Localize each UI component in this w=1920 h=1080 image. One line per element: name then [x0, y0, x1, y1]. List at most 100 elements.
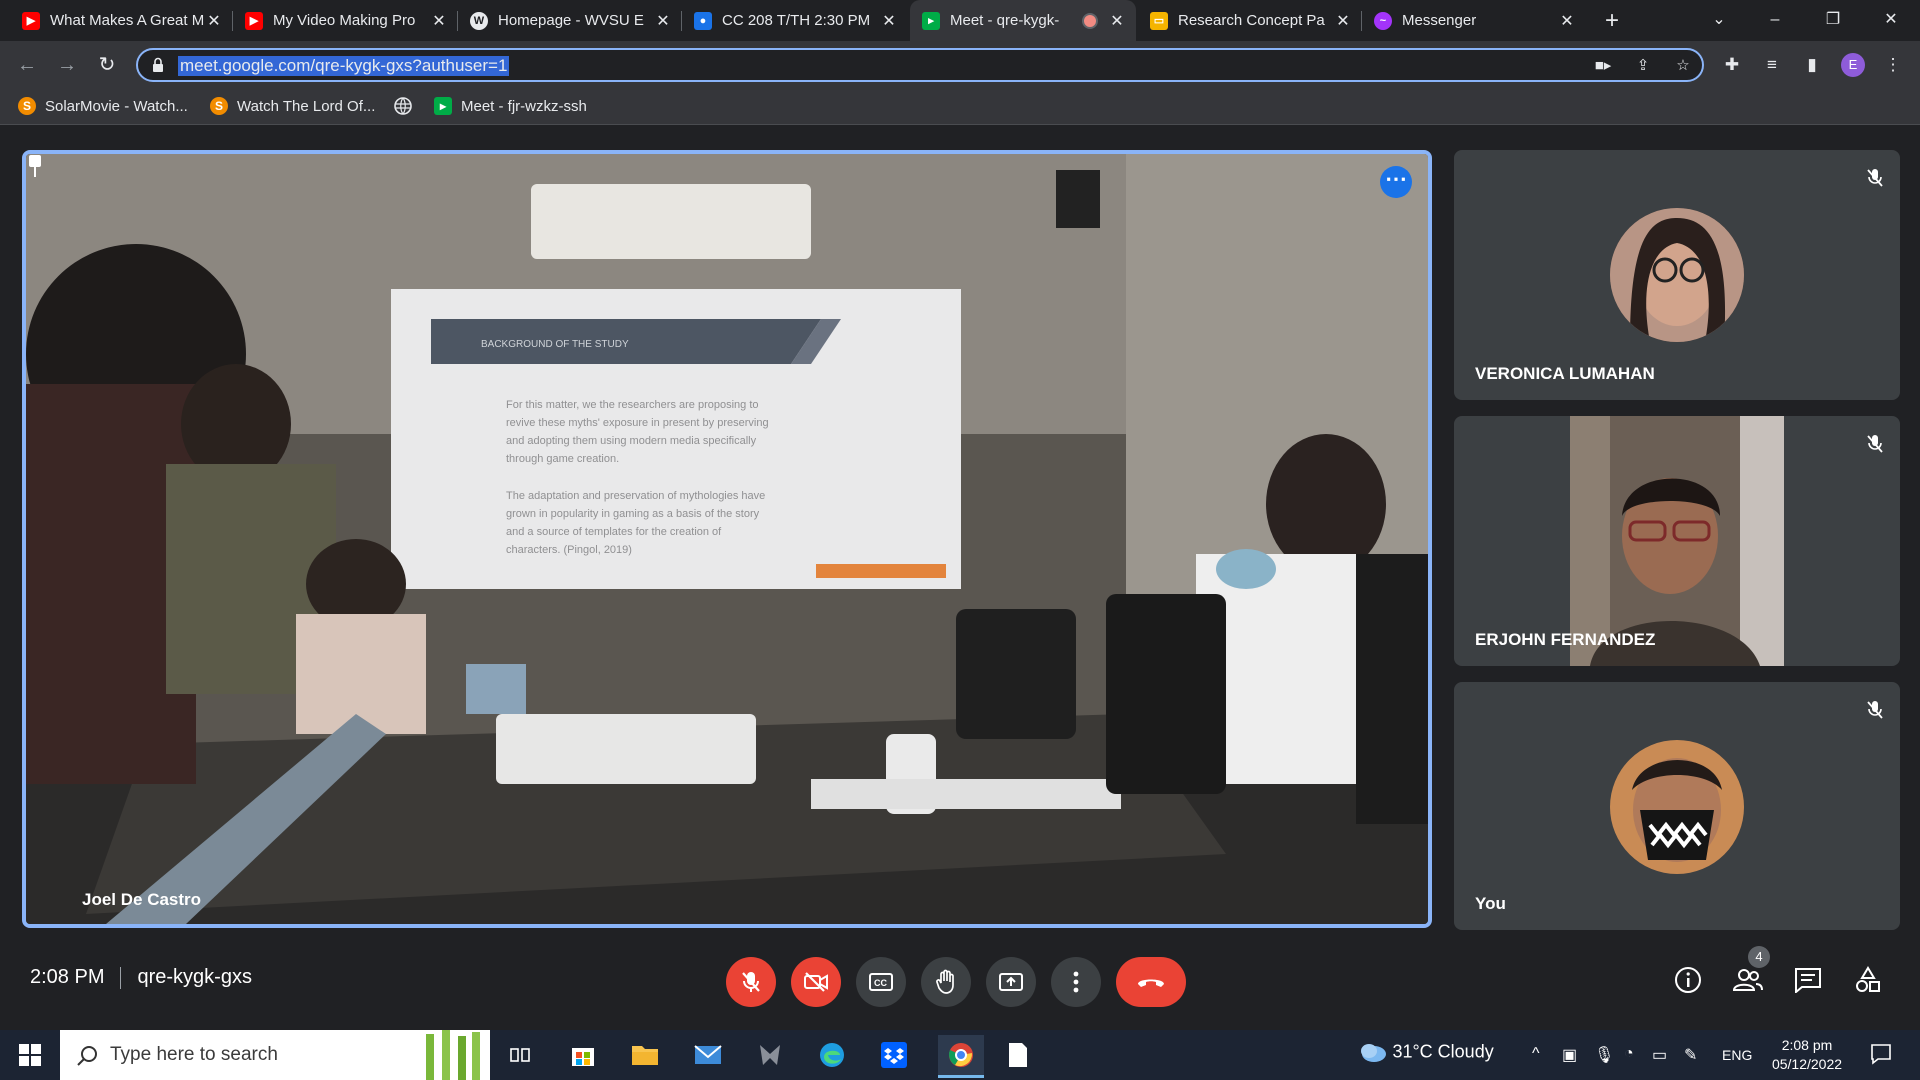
url-text[interactable]: meet.google.com/qre-kygk-gxs?authuser=1	[178, 56, 510, 76]
messenger-icon: ~	[1374, 11, 1392, 30]
close-icon[interactable]: ✕	[205, 11, 223, 31]
camera-in-use-icon[interactable]: ■▸	[1592, 56, 1614, 76]
meeting-details: 2:08 PM qre-kygk-gxs	[30, 966, 252, 989]
tab-youtube-1[interactable]: ▶ What Makes A Great M ✕	[10, 0, 233, 41]
camera-toggle-button[interactable]	[791, 957, 841, 1007]
dropbox-app[interactable]	[876, 1037, 912, 1073]
close-icon[interactable]: ✕	[430, 11, 448, 31]
slide-line: and adopting them using modern media spe…	[506, 435, 757, 447]
media-control-icon[interactable]: ≡	[1759, 52, 1785, 78]
meet-control-bar: 2:08 PM qre-kygk-gxs CC 4	[0, 936, 1920, 1026]
edge-browser-app[interactable]	[814, 1037, 850, 1073]
windows-start-button[interactable]	[12, 1037, 48, 1073]
close-icon[interactable]: ✕	[1558, 11, 1576, 31]
tile-more-options-button[interactable]: ⋯	[1380, 166, 1412, 198]
raise-hand-button[interactable]	[921, 957, 971, 1007]
avatar	[1610, 740, 1744, 874]
tab-wvsu[interactable]: W Homepage - WVSU E ✕	[458, 0, 682, 41]
dropbox-icon	[881, 1042, 907, 1068]
more-options-button[interactable]	[1051, 957, 1101, 1007]
microsoft-store-app[interactable]	[565, 1037, 601, 1073]
close-icon[interactable]: ✕	[880, 11, 898, 31]
close-icon[interactable]: ✕	[654, 11, 672, 31]
language-indicator[interactable]: ENG	[1722, 1047, 1752, 1063]
weather-widget[interactable]: 31°C Cloudy	[1358, 1040, 1494, 1064]
bookmark-meet[interactable]: ▸ Meet - fjr-wzkz-ssh	[434, 96, 587, 116]
meeting-info-button[interactable]	[1672, 964, 1704, 996]
activities-button[interactable]	[1852, 964, 1884, 996]
tab-search-chevron-icon[interactable]: ⌄	[1696, 0, 1742, 41]
microphone-icon[interactable]: 🎙	[1594, 1045, 1614, 1065]
clock-time: 2:08 pm	[1781, 1037, 1833, 1053]
tab-title: Homepage - WVSU E	[498, 12, 644, 29]
file-explorer-app[interactable]	[627, 1037, 663, 1073]
slide-line: revive these myths' exposure in present …	[506, 417, 769, 429]
extensions-icon[interactable]: ✚	[1719, 52, 1745, 78]
captions-button[interactable]: CC	[856, 957, 906, 1007]
back-button[interactable]: ←	[12, 50, 42, 80]
reload-button[interactable]: ↻	[92, 50, 122, 80]
game-app[interactable]	[752, 1037, 788, 1073]
side-panel-icon[interactable]: ▮	[1799, 52, 1825, 78]
chrome-app-active[interactable]	[938, 1035, 984, 1078]
hand-icon	[936, 969, 954, 994]
wifi-icon[interactable]: ◔	[1624, 1045, 1634, 1063]
taskbar-search-box[interactable]: Type here to search	[60, 1030, 490, 1080]
slide-line: For this matter, we the researchers are …	[506, 399, 759, 411]
share-icon[interactable]: ⇪	[1632, 56, 1654, 76]
info-icon	[1675, 967, 1701, 993]
tab-messenger[interactable]: ~ Messenger ✕	[1362, 0, 1586, 41]
show-hidden-icons-chevron-icon[interactable]: ^	[1532, 1045, 1540, 1063]
chat-button[interactable]	[1792, 964, 1824, 996]
notepad-app[interactable]	[1000, 1037, 1036, 1073]
mic-toggle-button[interactable]	[726, 957, 776, 1007]
close-window-button[interactable]: ✕	[1868, 0, 1914, 41]
tab-title: Research Concept Pa	[1178, 12, 1325, 29]
notifications-icon[interactable]	[1870, 1043, 1892, 1070]
restore-button[interactable]: ❐	[1810, 0, 1856, 41]
leave-call-button[interactable]	[1116, 957, 1186, 1007]
tab-meet-active[interactable]: ▸ Meet - qre-kygk- ✕	[910, 0, 1136, 41]
mail-app[interactable]	[690, 1037, 726, 1073]
battery-icon[interactable]: ▭	[1652, 1045, 1667, 1065]
bamboo-search-highlight-icon	[426, 1030, 480, 1080]
bookmark-star-icon[interactable]: ☆	[1672, 56, 1694, 76]
pin-icon[interactable]	[26, 154, 44, 178]
minimize-button[interactable]: –	[1752, 0, 1798, 41]
avatar	[1610, 208, 1744, 342]
close-icon[interactable]: ✕	[1334, 11, 1352, 31]
end-call-icon	[1138, 979, 1164, 987]
slide-line: grown in popularity in gaming as a basis…	[506, 508, 760, 520]
tab-youtube-2[interactable]: ▶ My Video Making Pro ✕	[233, 0, 458, 41]
document-icon	[1009, 1043, 1027, 1067]
lock-icon	[153, 57, 163, 72]
new-tab-button[interactable]: +	[1597, 6, 1627, 36]
wvsu-icon: W	[470, 11, 488, 30]
armoury-crate-icon	[760, 1045, 780, 1065]
present-screen-button[interactable]	[986, 957, 1036, 1007]
taskbar-clock[interactable]: 2:08 pm 05/12/2022	[1760, 1036, 1854, 1074]
menu-kebab-icon[interactable]: ⋮	[1880, 52, 1906, 78]
windows-taskbar: Type here to search 31°C Cloudy ^ ▣ 🎙 ◔ …	[0, 1030, 1920, 1080]
pen-icon[interactable]: ✎	[1684, 1045, 1697, 1065]
forward-button[interactable]: →	[52, 50, 82, 80]
people-button[interactable]	[1732, 964, 1764, 996]
participant-name: ERJOHN FERNANDEZ	[1475, 630, 1656, 649]
bookmark-lord-of-rings[interactable]: S Watch The Lord Of...	[210, 96, 375, 116]
address-bar[interactable]: meet.google.com/qre-kygk-gxs?authuser=1 …	[136, 48, 1704, 82]
bookmark-globe[interactable]	[394, 96, 412, 116]
bookmark-solarmovie[interactable]: S SolarMovie - Watch...	[18, 96, 188, 116]
meet-now-icon[interactable]: ▣	[1562, 1045, 1577, 1065]
main-video-tile[interactable]: BACKGROUND OF THE STUDY For this matter,…	[22, 150, 1432, 928]
profile-avatar[interactable]: E	[1841, 53, 1865, 77]
participant-name: VERONICA LUMAHAN	[1475, 364, 1655, 383]
participant-tile-veronica[interactable]: VERONICA LUMAHAN	[1454, 150, 1900, 400]
participant-tile-you[interactable]: You	[1454, 682, 1900, 930]
participant-tile-erjohn[interactable]: ERJOHN FERNANDEZ	[1454, 416, 1900, 666]
task-view-button[interactable]	[502, 1037, 538, 1073]
close-icon[interactable]: ✕	[1108, 11, 1126, 31]
mic-muted-icon	[1867, 169, 1883, 187]
bookmark-label: Meet - fjr-wzkz-ssh	[461, 97, 587, 115]
tab-classroom[interactable]: ● CC 208 T/TH 2:30 PM ✕	[682, 0, 908, 41]
tab-slides[interactable]: ▭ Research Concept Pa ✕	[1138, 0, 1362, 41]
